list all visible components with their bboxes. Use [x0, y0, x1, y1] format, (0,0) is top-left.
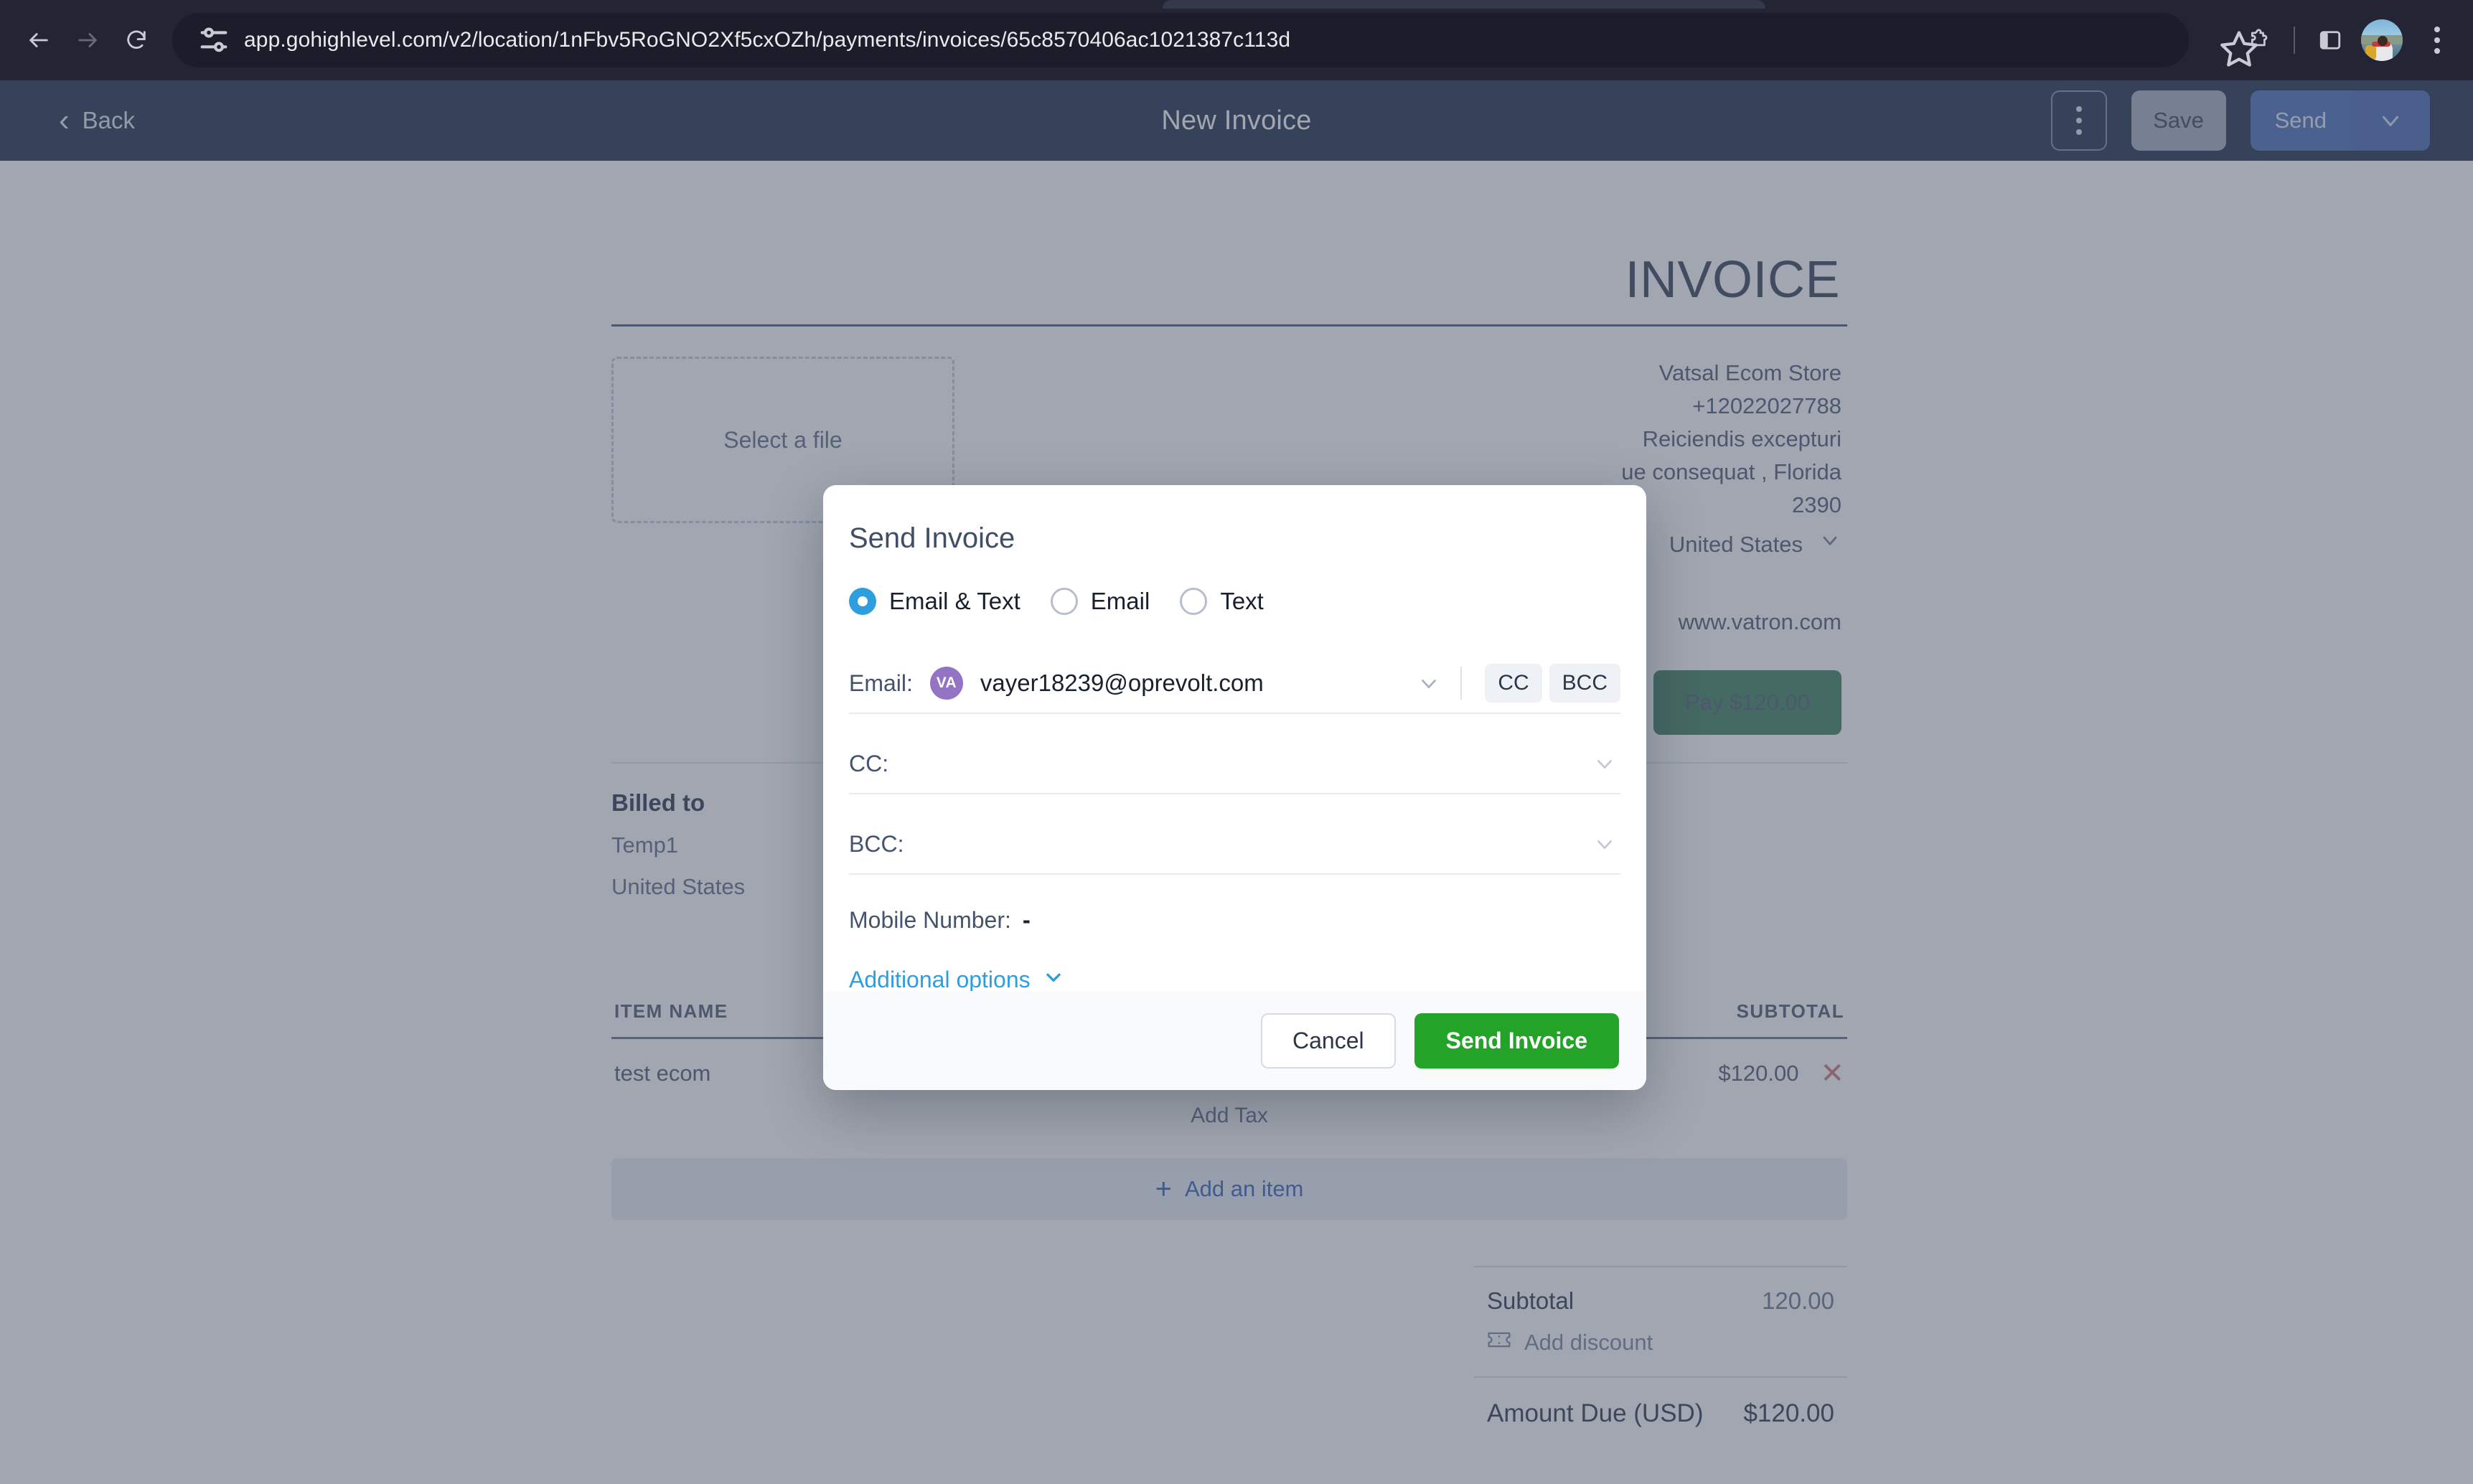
- cc-field-label: CC:: [849, 750, 889, 776]
- bcc-dropdown-chevron-down-icon[interactable]: [1589, 832, 1620, 856]
- bcc-button[interactable]: BCC: [1549, 664, 1620, 703]
- tab-strip: [0, 0, 2473, 9]
- browser-chrome: app.gohighlevel.com/v2/location/1nFbv5Ro…: [0, 0, 2473, 80]
- cc-dropdown-chevron-down-icon[interactable]: [1589, 751, 1620, 776]
- email-field-label: Email:: [849, 670, 913, 696]
- bookmark-star-icon[interactable]: [2218, 27, 2261, 70]
- additional-options-toggle[interactable]: Additional options: [849, 965, 1620, 994]
- address-bar[interactable]: app.gohighlevel.com/v2/location/1nFbv5Ro…: [172, 13, 2189, 67]
- omnibar-row: app.gohighlevel.com/v2/location/1nFbv5Ro…: [0, 9, 2473, 72]
- site-settings-icon[interactable]: [194, 20, 234, 60]
- cc-button[interactable]: CC: [1485, 664, 1542, 703]
- radio-mark-icon: [1180, 588, 1208, 615]
- chrome-menu-icon[interactable]: [2416, 18, 2459, 62]
- email-field-row[interactable]: Email: VA vayer18239@oprevolt.com CC BCC: [849, 654, 1620, 714]
- dialog-body: Send Invoice Email & Text Email Text Ema…: [823, 485, 1646, 994]
- radio-mark-icon: [849, 588, 876, 615]
- chrome-divider: [0, 72, 2473, 80]
- bcc-field-label: BCC:: [849, 830, 904, 857]
- send-invoice-button[interactable]: Send Invoice: [1414, 1013, 1619, 1069]
- profile-avatar[interactable]: [2361, 19, 2403, 61]
- radio-email-and-text[interactable]: Email & Text: [849, 588, 1020, 615]
- forward-icon[interactable]: [63, 16, 112, 65]
- avatar-backpack: [2365, 44, 2376, 60]
- mobile-number-label: Mobile Number:: [849, 906, 1011, 933]
- radio-text[interactable]: Text: [1180, 588, 1264, 615]
- email-dropdown-chevron-down-icon[interactable]: [1413, 671, 1445, 695]
- send-invoice-dialog: Send Invoice Email & Text Email Text Ema…: [823, 485, 1646, 1090]
- chevron-down-icon: [1042, 965, 1065, 994]
- chrome-right-actions: [2236, 18, 2459, 62]
- dialog-title: Send Invoice: [849, 522, 1015, 554]
- avatar: VA: [929, 667, 963, 700]
- chrome-separator: [2294, 27, 2295, 54]
- reload-icon[interactable]: [112, 16, 161, 65]
- active-tab[interactable]: [1163, 0, 1765, 9]
- radio-label: Email & Text: [889, 588, 1020, 614]
- bcc-field-row[interactable]: BCC:: [849, 814, 1620, 875]
- side-panel-icon[interactable]: [2308, 18, 2352, 62]
- field-divider: [1460, 667, 1463, 700]
- radio-label: Text: [1220, 588, 1264, 614]
- email-field-value: vayer18239@oprevolt.com: [980, 670, 1264, 696]
- radio-mark-icon: [1050, 588, 1078, 615]
- dialog-footer: Cancel Send Invoice: [823, 991, 1646, 1090]
- back-icon[interactable]: [14, 16, 63, 65]
- mobile-number-row: Mobile Number: -: [849, 906, 1620, 934]
- cancel-button[interactable]: Cancel: [1261, 1013, 1396, 1069]
- delivery-method-radio-group: Email & Text Email Text: [849, 588, 1620, 615]
- cc-field-row[interactable]: CC:: [849, 734, 1620, 794]
- url-text: app.gohighlevel.com/v2/location/1nFbv5Ro…: [244, 28, 1291, 52]
- mobile-number-value: -: [1022, 906, 1031, 933]
- radio-email[interactable]: Email: [1050, 588, 1150, 615]
- radio-label: Email: [1090, 588, 1150, 614]
- additional-options-label: Additional options: [849, 966, 1031, 992]
